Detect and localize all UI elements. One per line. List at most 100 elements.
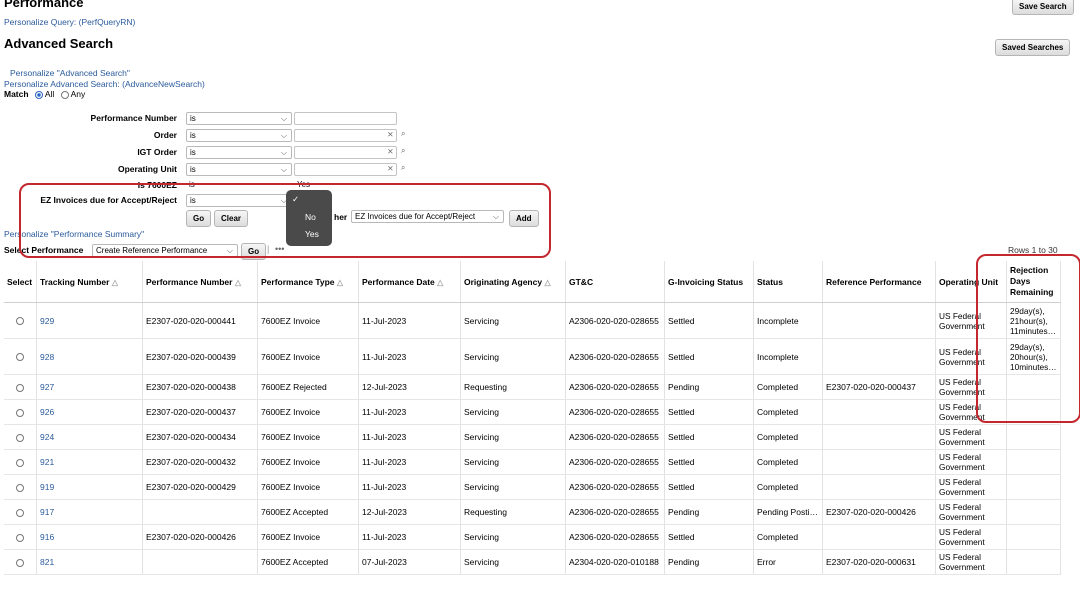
col-originating-agency[interactable]: Originating Agency △ (460, 261, 566, 303)
table-cell: Incomplete (753, 338, 823, 375)
row-select-cell (4, 549, 37, 575)
table-cell: 11-Jul-2023 (358, 524, 461, 550)
operator-select-order[interactable]: is ⌵ (186, 129, 292, 142)
criterion-label-performance-number: Performance Number (90, 113, 177, 123)
match-any-radio[interactable] (60, 90, 69, 99)
table-cell: 11-Jul-2023 (358, 424, 461, 450)
operator-select-operating-unit[interactable]: is ⌵ (186, 163, 292, 176)
operator-select-igt-order[interactable]: is ⌵ (186, 146, 292, 159)
search-icon[interactable]: ⌕ (401, 163, 405, 173)
table-row: 929 E2307-020-020-000441 7600EZ Invoice 11-… (4, 302, 1061, 339)
table-cell: Settled (664, 302, 754, 339)
row-select-radio[interactable] (16, 483, 24, 492)
table-cell: 11-Jul-2023 (358, 302, 461, 339)
row-select-cell (4, 302, 37, 339)
order-input[interactable] (294, 129, 397, 142)
search-icon[interactable]: ⌕ (401, 129, 405, 139)
row-select-radio[interactable] (16, 408, 24, 417)
col-performance-type[interactable]: Performance Type △ (257, 261, 359, 303)
clear-icon[interactable]: ⨯ (387, 147, 394, 156)
row-select-radio[interactable] (16, 533, 24, 542)
tracking-number-link[interactable]: 821 (36, 549, 143, 575)
saved-searches-button[interactable]: Saved Searches (995, 39, 1071, 56)
table-cell: US Federal Government (935, 524, 1007, 550)
row-select-radio[interactable] (16, 383, 24, 392)
tracking-number-link[interactable]: 929 (36, 302, 143, 339)
operator-select-performance-number[interactable]: is ⌵ (186, 112, 292, 125)
sort-icon[interactable]: △ (437, 278, 443, 287)
table-cell: E2307-020-020-000437 (822, 374, 936, 400)
table-cell: 07-Jul-2023 (358, 549, 461, 575)
sort-icon[interactable]: △ (235, 278, 241, 287)
table-row: 928 E2307-020-020-000439 7600EZ Invoice 11-… (4, 338, 1061, 375)
sort-icon[interactable]: △ (112, 278, 118, 287)
chevron-down-icon: ⌵ (280, 131, 287, 140)
save-search-button[interactable]: Save Search (1012, 0, 1074, 15)
table-cell: A2306-020-020-028655 (565, 474, 665, 500)
table-cell: Servicing (460, 338, 566, 375)
table-cell (822, 302, 936, 339)
igt-order-input[interactable] (294, 146, 397, 159)
performance-number-input[interactable] (294, 112, 397, 125)
table-cell: A2306-020-020-028655 (565, 524, 665, 550)
table-cell: US Federal Government (935, 549, 1007, 575)
row-select-cell (4, 524, 37, 550)
chevron-down-icon: ⌵ (280, 114, 287, 123)
col-tracking-number[interactable]: Tracking Number △ (36, 261, 143, 303)
clear-icon[interactable]: ⨯ (387, 130, 394, 139)
sort-icon[interactable]: △ (337, 278, 343, 287)
tracking-number-link[interactable]: 921 (36, 449, 143, 475)
match-all-label: All (44, 89, 55, 99)
tracking-number-link[interactable]: 928 (36, 338, 143, 375)
table-cell (822, 449, 936, 475)
tracking-number-link[interactable]: 927 (36, 374, 143, 400)
table-cell: E2307-020-020-000437 (142, 399, 258, 425)
table-cell: 11-Jul-2023 (358, 474, 461, 500)
row-select-radio[interactable] (16, 508, 24, 517)
table-cell: E2307-020-020-000426 (822, 499, 936, 525)
table-cell: Settled (664, 338, 754, 375)
table-cell: Completed (753, 424, 823, 450)
table-cell: A2304-020-020-010188 (565, 549, 665, 575)
table-cell: E2307-020-020-000434 (142, 424, 258, 450)
table-row: 924 E2307-020-020-000434 7600EZ Invoice 11-… (4, 424, 1061, 450)
table-cell: 12-Jul-2023 (358, 499, 461, 525)
table-cell: US Federal Government (935, 424, 1007, 450)
table-cell: 12-Jul-2023 (358, 374, 461, 400)
table-cell: E2307-020-020-000432 (142, 449, 258, 475)
table-cell (142, 549, 258, 575)
table-cell: Servicing (460, 524, 566, 550)
col-performance-date[interactable]: Performance Date △ (358, 261, 461, 303)
col-performance-number[interactable]: Performance Number △ (142, 261, 258, 303)
tracking-number-link[interactable]: 924 (36, 424, 143, 450)
row-select-radio[interactable] (16, 317, 24, 326)
tracking-number-link[interactable]: 926 (36, 399, 143, 425)
tracking-number-link[interactable]: 919 (36, 474, 143, 500)
table-cell: US Federal Government (935, 449, 1007, 475)
table-cell (142, 499, 258, 525)
personalize-query-link[interactable]: Personalize Query: (PerfQueryRN) (4, 17, 135, 27)
table-row: 921 E2307-020-020-000432 7600EZ Invoice 11-… (4, 449, 1061, 475)
clear-icon[interactable]: ⨯ (387, 164, 394, 173)
table-cell (1006, 449, 1061, 475)
table-cell: Pending Posti… (753, 499, 823, 525)
sort-icon[interactable]: △ (544, 278, 550, 287)
table-cell: 7600EZ Invoice (257, 474, 359, 500)
row-select-cell (4, 424, 37, 450)
operating-unit-input[interactable] (294, 163, 397, 176)
personalize-advanced-search-link[interactable]: Personalize "Advanced Search" (10, 68, 130, 78)
table-cell (1006, 474, 1061, 500)
match-all-radio[interactable] (34, 90, 43, 99)
search-icon[interactable]: ⌕ (401, 146, 405, 156)
row-select-radio[interactable] (16, 433, 24, 442)
row-select-cell (4, 399, 37, 425)
row-select-radio[interactable] (16, 353, 24, 362)
row-select-radio[interactable] (16, 458, 24, 467)
table-cell: Settled (664, 424, 754, 450)
table-cell: Servicing (460, 302, 566, 339)
row-select-radio[interactable] (16, 558, 24, 567)
tracking-number-link[interactable]: 916 (36, 524, 143, 550)
personalize-advance-new-search-link[interactable]: Personalize Advanced Search: (AdvanceNew… (4, 79, 205, 89)
table-cell: Settled (664, 474, 754, 500)
tracking-number-link[interactable]: 917 (36, 499, 143, 525)
